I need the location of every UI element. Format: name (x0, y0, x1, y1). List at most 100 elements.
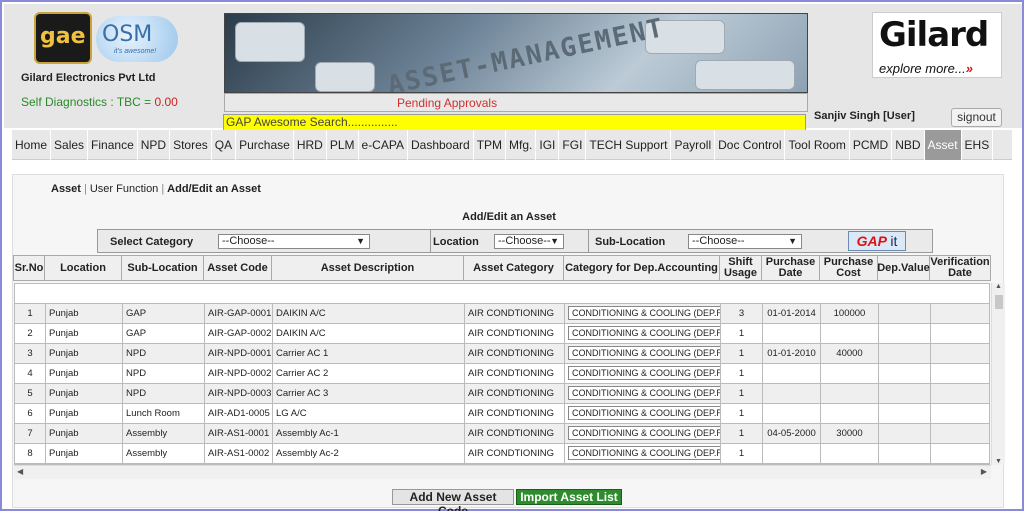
nav-item-tpm[interactable]: TPM (474, 130, 507, 160)
table-row[interactable]: 1 Punjab GAP AIR-GAP-0001 DAIKIN A/C AIR COND… (15, 304, 989, 324)
scroll-up-icon[interactable]: ▲ (995, 283, 1002, 290)
dep-category-select[interactable]: CONDITIONING & COOLING (DEP.RAT▼ (568, 306, 720, 320)
category-select[interactable]: --Choose-- ▼ (218, 234, 370, 249)
nav-item-dashboard[interactable]: Dashboard (408, 130, 474, 160)
table-row[interactable]: 3 Punjab NPD AIR-NPD-0001 Carrier AC 1 AIR CO… (15, 344, 989, 364)
cell-sublocation: GAP (123, 324, 205, 343)
cell-sr: 1 (15, 304, 46, 323)
cell-code: AIR-NPD-0001 (205, 344, 273, 363)
cell-desc: Carrier AC 3 (273, 384, 465, 403)
chevron-down-icon: ▼ (356, 236, 365, 246)
scroll-left-icon[interactable]: ◀ (17, 467, 23, 476)
gae-logo-text: gae (40, 24, 86, 49)
scroll-right-icon[interactable]: ▶ (981, 467, 987, 476)
sublocation-select[interactable]: --Choose-- ▼ (688, 234, 802, 249)
nav-item-plm[interactable]: PLM (327, 130, 359, 160)
dep-category-select[interactable]: CONDITIONING & COOLING (DEP.RAT▼ (568, 426, 720, 440)
puzzle-piece (235, 22, 305, 62)
nav-item-pcmd[interactable]: PCMD (850, 130, 893, 160)
cell-desc: DAIKIN A/C (273, 324, 465, 343)
scroll-thumb[interactable] (995, 295, 1003, 309)
nav-item-npd[interactable]: NPD (138, 130, 171, 160)
nav-item-tool-room[interactable]: Tool Room (785, 130, 850, 160)
gae-logo: gae (34, 12, 92, 64)
banner-title: ASSET-MANAGEMENT (384, 13, 668, 93)
cell-pcost: 40000 (821, 344, 879, 363)
cell-sr: 4 (15, 364, 46, 383)
dep-category-select[interactable]: CONDITIONING & COOLING (DEP.RAT▼ (568, 446, 720, 460)
signout-button[interactable]: signout (951, 108, 1002, 127)
category-select-value: --Choose-- (222, 235, 275, 247)
breadcrumb-root[interactable]: Asset (51, 183, 81, 195)
cell-pcost (821, 324, 879, 343)
nav-item-ehs[interactable]: EHS (962, 130, 994, 160)
gilard-tagline-text: explore more... (879, 61, 966, 76)
horizontal-scrollbar[interactable]: ◀ ▶ (14, 465, 991, 479)
scroll-down-icon[interactable]: ▼ (995, 458, 1002, 465)
cell-code: AIR-GAP-0001 (205, 304, 273, 323)
nav-item-e-capa[interactable]: e-CAPA (359, 130, 408, 160)
nav-item-doc-control[interactable]: Doc Control (715, 130, 786, 160)
nav-item-mfg-[interactable]: Mfg. (506, 130, 537, 160)
cell-location: Punjab (46, 344, 123, 363)
cell-pdate: 01-01-2010 (763, 344, 821, 363)
cell-sublocation: NPD (123, 344, 205, 363)
nav-item-tech-support[interactable]: TECH Support (586, 130, 672, 160)
cell-code: AIR-AD1-0005 (205, 404, 273, 423)
dep-category-select[interactable]: CONDITIONING & COOLING (DEP.RAT▼ (568, 386, 720, 400)
table-row[interactable]: 8 Punjab Assembly AIR-AS1-0002 Assembly Ac-2… (15, 444, 989, 464)
nav-item-asset[interactable]: Asset (924, 130, 962, 160)
cell-depval (879, 444, 931, 463)
asset-management-banner: ASSET-MANAGEMENT (224, 13, 808, 93)
cell-depval (879, 404, 931, 423)
cell-vdate (931, 384, 989, 403)
nav-item-sales[interactable]: Sales (51, 130, 89, 160)
gap-it-button[interactable]: GAP it (848, 231, 906, 251)
pending-approvals-bar[interactable]: Pending Approvals (224, 93, 808, 112)
col-dep-category: Category for Dep.Accounting (564, 256, 720, 280)
cell-shift: 1 (721, 424, 763, 443)
nav-item-nbd[interactable]: NBD (892, 130, 925, 160)
gilard-logo-name: Gilard (879, 15, 989, 55)
col-shift-usage: Shift Usage (720, 256, 762, 280)
nav-item-finance[interactable]: Finance (88, 130, 138, 160)
nav-item-fgi[interactable]: FGI (559, 130, 587, 160)
dep-category-select[interactable]: CONDITIONING & COOLING (DEP.RAT▼ (568, 366, 720, 380)
import-asset-list-button[interactable]: Import Asset List (516, 489, 622, 505)
awesome-search-input[interactable]: GAP Awesome Search............... (223, 114, 806, 131)
dep-category-value: CONDITIONING & COOLING (DEP.RAT (572, 328, 721, 338)
table-row[interactable]: 6 Punjab Lunch Room AIR-AD1-0005 LG A/C AIR C… (15, 404, 989, 424)
cell-sublocation: GAP (123, 304, 205, 323)
add-new-asset-code-button[interactable]: Add New Asset Code (392, 489, 514, 511)
dep-category-select[interactable]: CONDITIONING & COOLING (DEP.RAT▼ (568, 346, 720, 360)
vertical-scrollbar[interactable]: ▲ ▼ (991, 283, 1005, 465)
table-row[interactable]: 2 Punjab GAP AIR-GAP-0002 DAIKIN A/C AIR COND… (15, 324, 989, 344)
chevron-down-icon: ▼ (788, 236, 797, 246)
table-row[interactable]: 5 Punjab NPD AIR-NPD-0003 Carrier AC 3 AIR CO… (15, 384, 989, 404)
nav-item-purchase[interactable]: Purchase (236, 130, 294, 160)
content-panel: Asset | User Function | Add/Edit an Asset Ad… (12, 174, 1005, 508)
pending-approvals-link[interactable]: Pending Approvals (397, 96, 497, 110)
app-window: gae OSM it's awesome! Gilard Electronics… (0, 0, 1024, 511)
cell-category: AIR CONDTIONING (465, 384, 565, 403)
asset-table-body[interactable]: 1 Punjab GAP AIR-GAP-0001 DAIKIN A/C AIR COND… (14, 283, 990, 465)
cell-category: AIR CONDTIONING (465, 364, 565, 383)
dep-category-select[interactable]: CONDITIONING & COOLING (DEP.RAT▼ (568, 406, 720, 420)
nav-item-payroll[interactable]: Payroll (671, 130, 716, 160)
dep-category-select[interactable]: CONDITIONING & COOLING (DEP.RAT▼ (568, 326, 721, 340)
nav-item-igi[interactable]: IGI (536, 130, 560, 160)
col-purchase-date: Purchase Date (762, 256, 820, 280)
nav-item-hrd[interactable]: HRD (294, 130, 327, 160)
cell-location: Punjab (46, 424, 123, 443)
cell-shift: 1 (721, 364, 763, 383)
table-row[interactable]: 7 Punjab Assembly AIR-AS1-0001 Assembly Ac-1… (15, 424, 989, 444)
cell-sublocation: Assembly (123, 444, 205, 463)
cell-location: Punjab (46, 384, 123, 403)
nav-item-home[interactable]: Home (12, 130, 52, 160)
location-select[interactable]: --Choose-- ▼ (494, 234, 564, 249)
nav-item-qa[interactable]: QA (212, 130, 237, 160)
nav-item-stores[interactable]: Stores (170, 130, 212, 160)
location-select-value: --Choose-- (498, 235, 551, 247)
breadcrumb-mid[interactable]: User Function (90, 183, 158, 195)
table-row[interactable]: 4 Punjab NPD AIR-NPD-0002 Carrier AC 2 AIR CO… (15, 364, 989, 384)
